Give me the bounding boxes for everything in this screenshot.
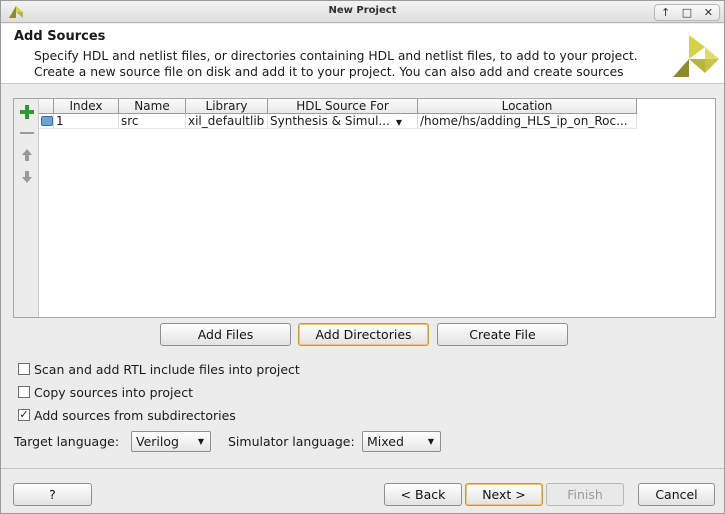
row-library[interactable]: xil_defaultlib <box>186 114 268 129</box>
table-header: Index Name Library HDL Source For Locati… <box>39 99 715 114</box>
folder-icon <box>41 115 53 126</box>
sources-table-panel: Index Name Library HDL Source For Locati… <box>13 98 716 318</box>
add-subdirs-checkbox[interactable]: ✓ <box>18 409 30 421</box>
row-icon-cell <box>39 114 54 129</box>
description-line-2: Create a new source file on disk and add… <box>34 64 624 79</box>
simulator-language-select[interactable]: Mixed ▼ <box>362 431 441 452</box>
sources-table: Index Name Library HDL Source For Locati… <box>39 99 715 129</box>
vivado-logo-icon <box>673 35 719 77</box>
target-language-select[interactable]: Verilog ▼ <box>131 431 211 452</box>
column-header-hdl-source-for[interactable]: HDL Source For <box>268 99 418 114</box>
column-header-icon[interactable] <box>39 99 54 114</box>
chevron-down-icon[interactable]: ▼ <box>396 118 402 127</box>
chevron-down-icon: ▼ <box>427 437 434 446</box>
simulator-language-label: Simulator language: <box>228 434 355 449</box>
footer-divider <box>1 468 724 469</box>
plus-icon[interactable] <box>19 104 35 120</box>
simulator-language-value: Mixed <box>367 434 404 449</box>
create-file-button[interactable]: Create File <box>437 323 568 346</box>
add-directories-button[interactable]: Add Directories <box>298 323 429 346</box>
window-controls: ↑ □ ✕ <box>654 4 720 21</box>
close-button[interactable]: ✕ <box>698 5 719 20</box>
row-index: 1 <box>54 114 119 129</box>
wizard-header: Add Sources Specify HDL and netlist file… <box>1 24 724 84</box>
page-description: Specify HDL and netlist files, or direct… <box>34 49 659 80</box>
add-files-button[interactable]: Add Files <box>160 323 291 346</box>
row-hdl-source-for[interactable]: Synthesis & Simul... ▼ <box>268 114 418 129</box>
scan-rtl-checkbox[interactable] <box>18 363 30 375</box>
copy-sources-option[interactable]: Copy sources into project <box>18 383 193 401</box>
chevron-down-icon: ▼ <box>197 437 204 446</box>
minus-icon[interactable] <box>19 125 35 141</box>
column-header-name[interactable]: Name <box>119 99 186 114</box>
target-language-value: Verilog <box>136 434 179 449</box>
next-button[interactable]: Next > <box>465 483 543 506</box>
finish-button[interactable]: Finish <box>546 483 624 506</box>
table-toolbar <box>14 99 39 317</box>
add-subdirs-label: Add sources from subdirectories <box>34 407 236 423</box>
row-name: src <box>119 114 186 129</box>
arrow-up-icon[interactable] <box>19 147 35 163</box>
copy-sources-label: Copy sources into project <box>34 384 193 400</box>
column-header-index[interactable]: Index <box>54 99 119 114</box>
description-line-1: Specify HDL and netlist files, or direct… <box>34 49 638 63</box>
hdl-source-for-value: Synthesis & Simul... <box>270 114 390 128</box>
table-row[interactable]: 1 src xil_defaultlib Synthesis & Simul..… <box>39 114 715 129</box>
column-header-library[interactable]: Library <box>186 99 268 114</box>
window-title: New Project <box>328 5 397 16</box>
page-title: Add Sources <box>14 29 106 44</box>
cancel-button[interactable]: Cancel <box>638 483 715 506</box>
maximize-up-button[interactable]: ↑ <box>655 5 676 20</box>
copy-sources-checkbox[interactable] <box>18 386 30 398</box>
scan-rtl-label: Scan and add RTL include files into proj… <box>34 361 300 377</box>
restore-button[interactable]: □ <box>676 5 697 20</box>
back-button[interactable]: < Back <box>384 483 462 506</box>
help-button[interactable]: ? <box>13 483 92 506</box>
row-location: /home/hs/adding_HLS_ip_on_Roc... <box>418 114 637 129</box>
title-bar: New Project ↑ □ ✕ <box>1 1 724 23</box>
column-header-location[interactable]: Location <box>418 99 637 114</box>
add-subdirs-option[interactable]: ✓ Add sources from subdirectories <box>18 406 236 424</box>
scan-rtl-option[interactable]: Scan and add RTL include files into proj… <box>18 360 300 378</box>
arrow-down-icon[interactable] <box>19 169 35 185</box>
new-project-window: New Project ↑ □ ✕ Add Sources Specify HD… <box>0 0 725 514</box>
target-language-label: Target language: <box>14 434 120 449</box>
